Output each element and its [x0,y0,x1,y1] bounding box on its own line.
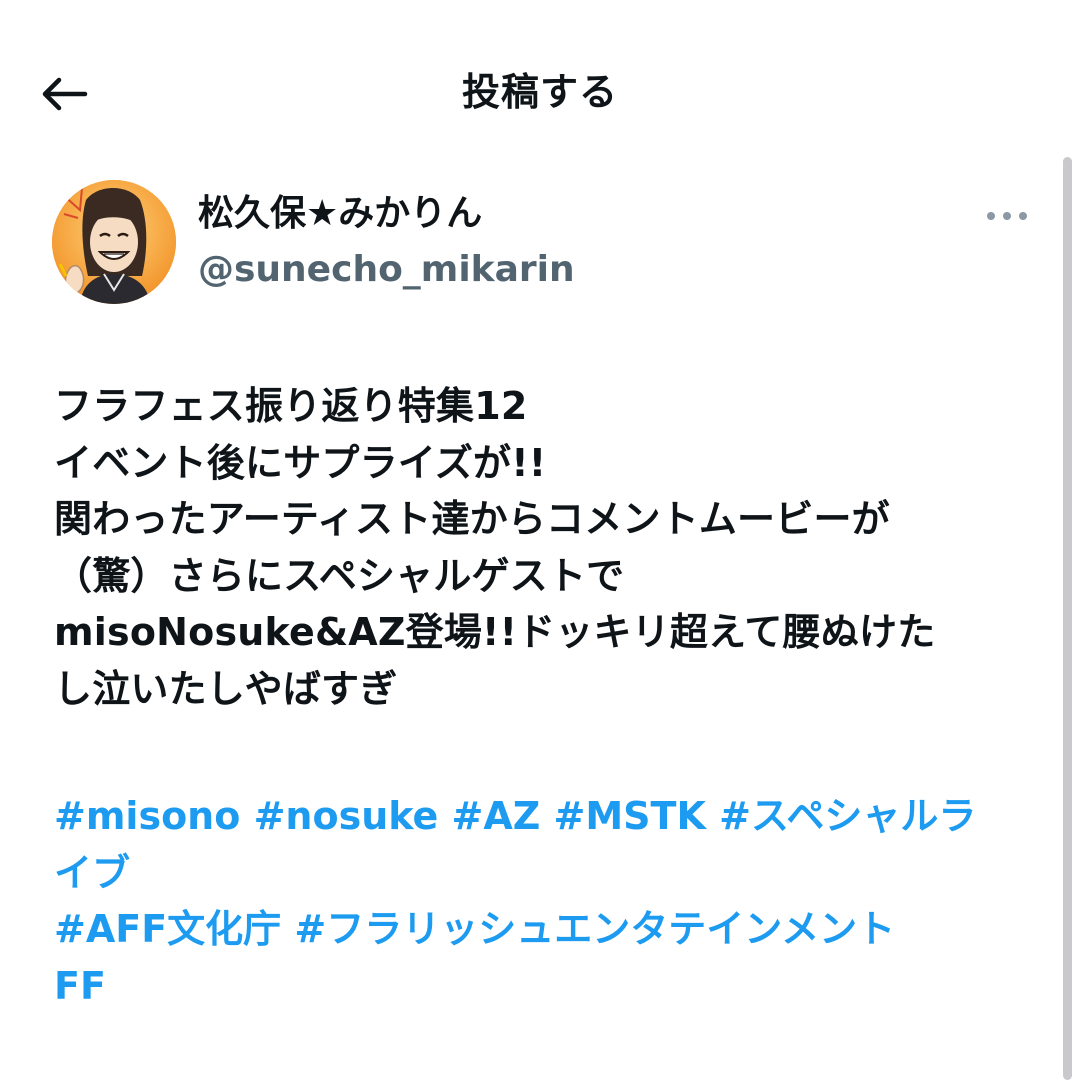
post-text-line: misoNosuke&AZ登場!!ドッキリ超えて腰ぬけた [54,610,936,654]
more-options-button[interactable] [978,196,1036,236]
post-text-line: 関わったアーティスト達からコメントムービーが [54,497,890,541]
post-text-line: （驚）さらにスペシャルゲストで [54,553,625,598]
more-horizontal-icon [987,212,1027,220]
hashtag-link[interactable]: #AFF文化庁 #フラリッシュエンタテインメント [54,901,1044,958]
post-text-line: し泣いたしやばすぎ [54,666,398,711]
post-text-line: フラフェス振り返り特集12 [54,384,528,428]
author-handle[interactable]: @sunecho_mikarin [198,244,575,296]
hashtag-link[interactable]: FF [54,958,1044,1015]
scrollbar[interactable] [1063,157,1072,1080]
hashtag-link[interactable]: イブ [54,845,1044,902]
page-title: 投稿する [461,70,618,114]
hashtag-link[interactable]: #misono #nosuke #AZ #MSTK #スペシャルラ [54,788,1044,845]
post-text-line: イベント後にサプライズが!! [54,440,547,485]
top-bar: 投稿する [0,0,1080,185]
post-text: フラフェス振り返り特集12 イベント後にサプライズが!! 関わったアーティスト達… [54,378,1044,717]
user-avatar-image [52,180,176,304]
hashtag-block: #misono #nosuke #AZ #MSTK #スペシャルラ イブ #AF… [54,788,1044,1014]
author-name[interactable]: 松久保★みかりん [198,188,482,240]
avatar[interactable] [52,180,176,304]
